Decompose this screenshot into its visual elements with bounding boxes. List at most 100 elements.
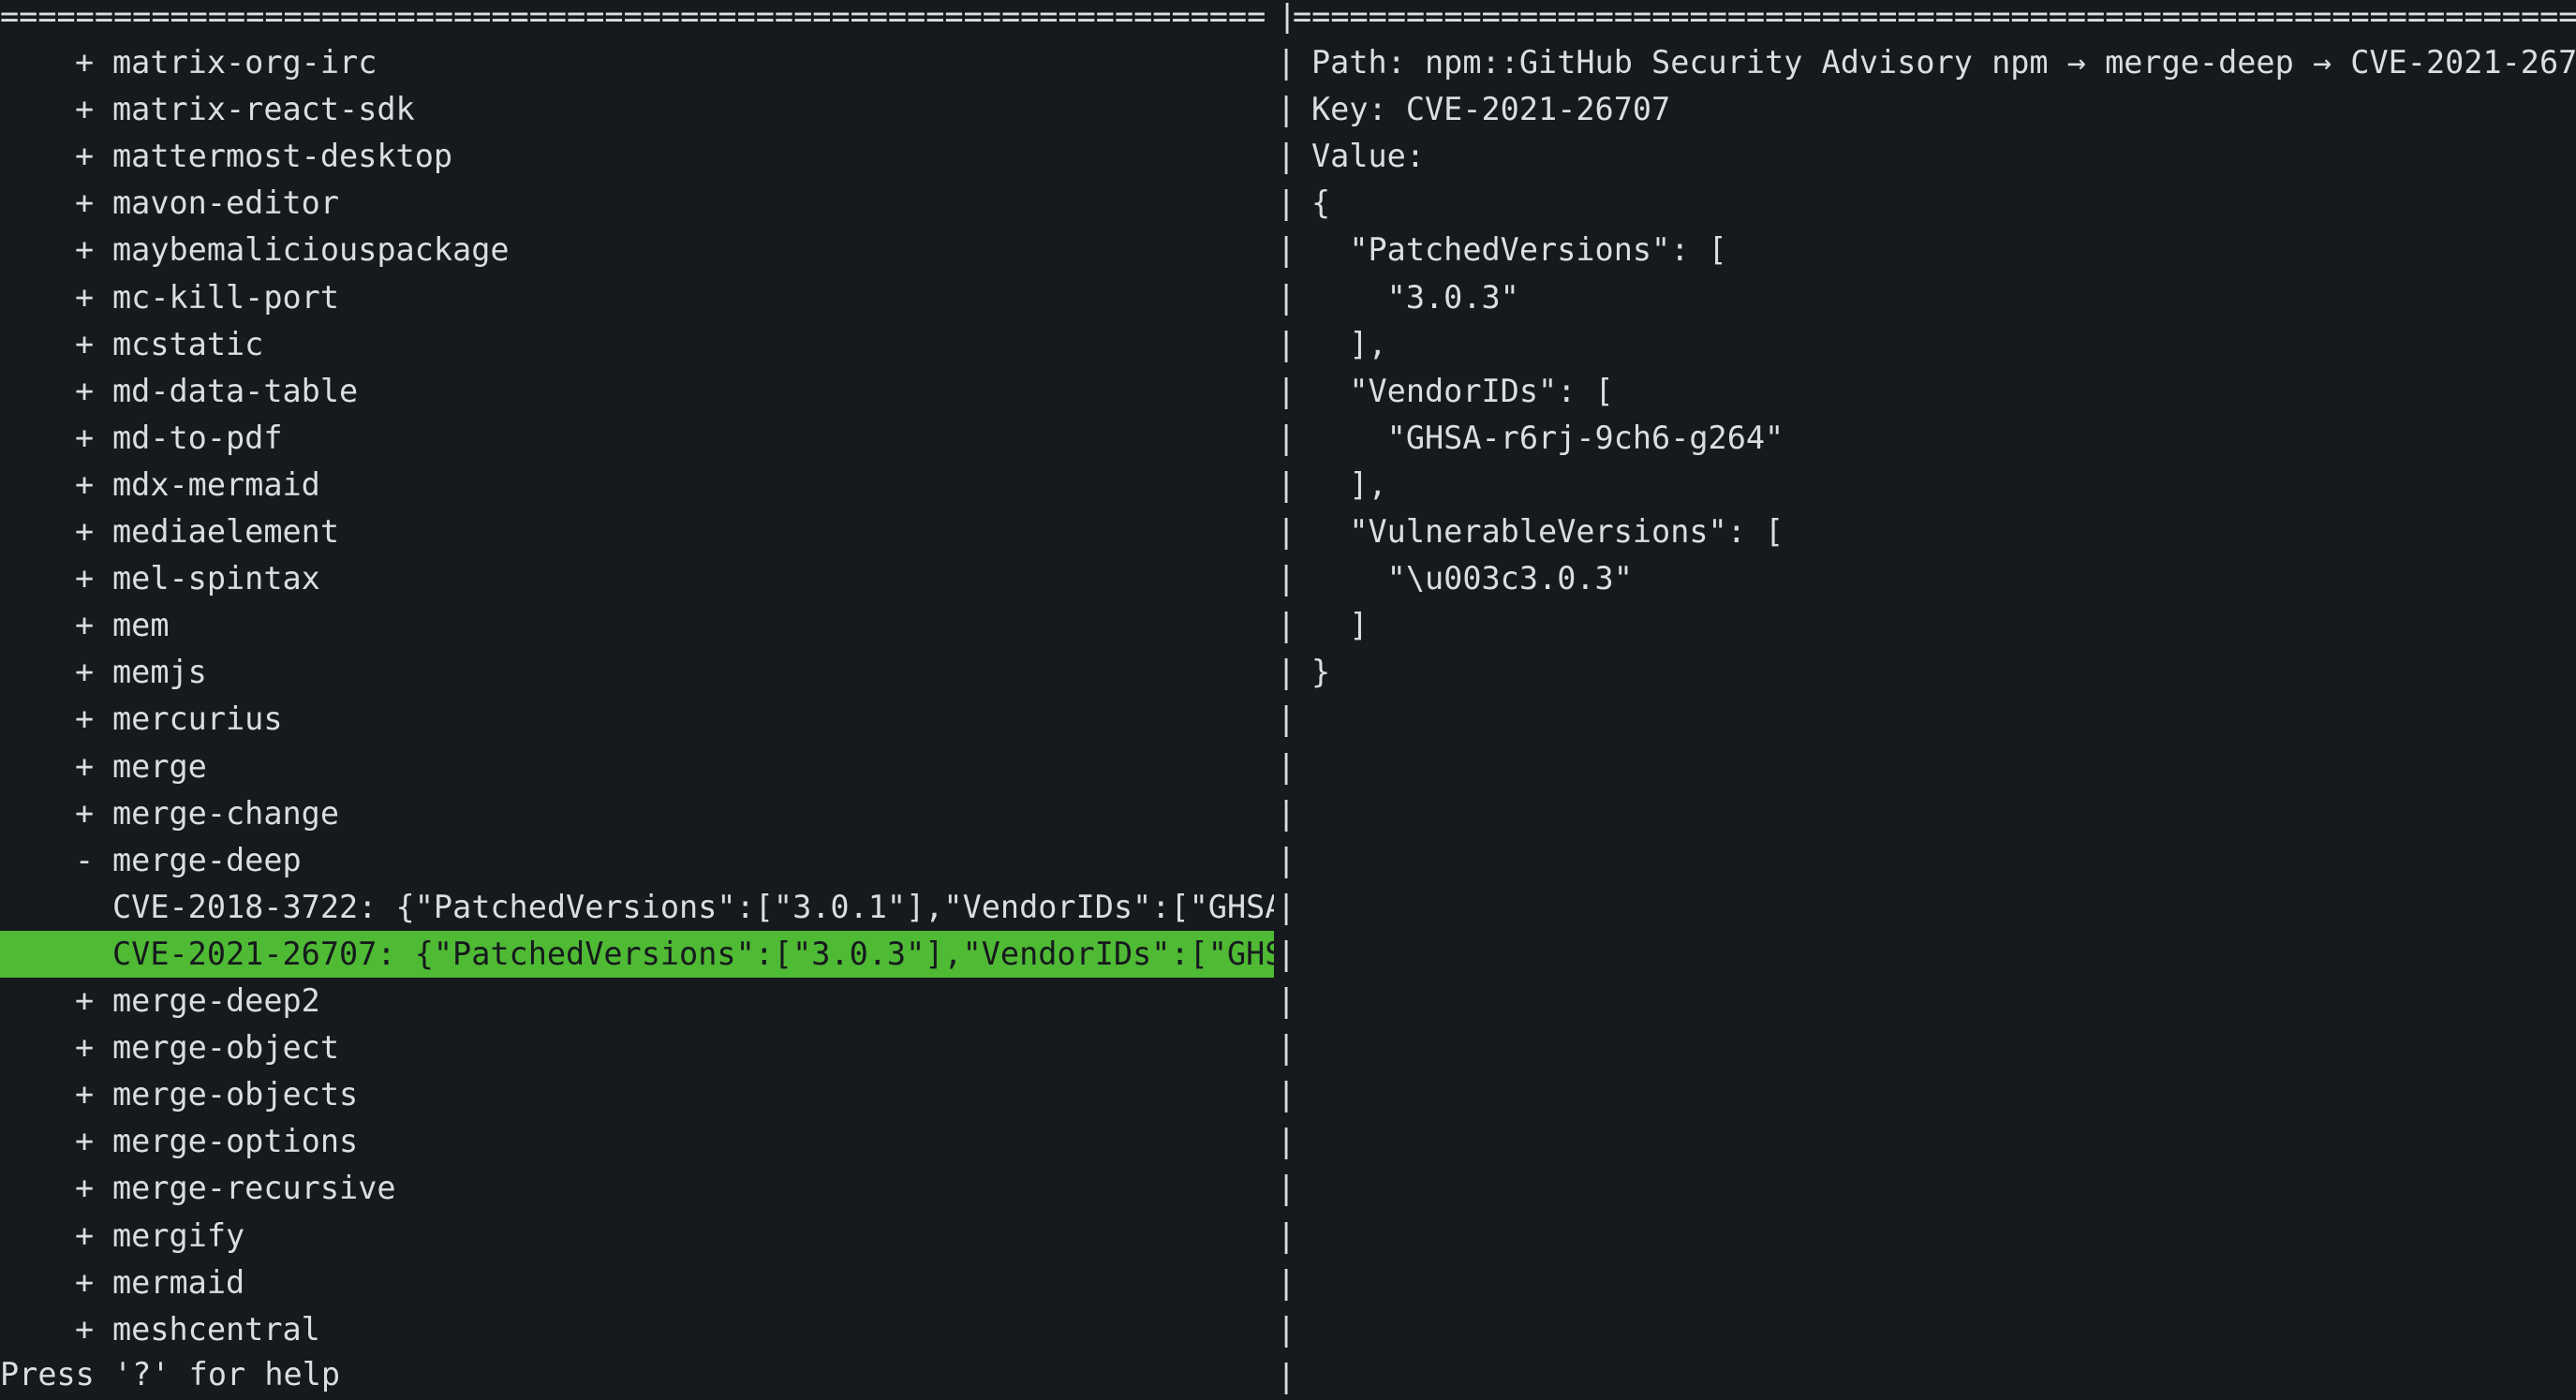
pane-divider-segment: | — [1277, 1170, 1296, 1207]
detail-pane[interactable]: Path: npm::GitHub Security Advisory npm … — [1311, 0, 2576, 1395]
pane-divider-segment: | — [1277, 1357, 1296, 1394]
tree-item-label: memjs — [112, 654, 207, 691]
tree-item[interactable]: + merge-deep2 — [0, 978, 1274, 1024]
tree-item[interactable]: + merge-objects — [0, 1071, 1274, 1118]
header-divider: | — [1278, 0, 1293, 34]
pane-divider-segment: | — [1277, 231, 1296, 269]
pane-divider-segment: | — [1277, 184, 1296, 222]
expand-marker[interactable]: + — [75, 1260, 94, 1306]
tree-item-label: CVE-2021-26707: {"PatchedVersions":["3.0… — [112, 935, 1274, 972]
expand-marker[interactable]: + — [75, 649, 94, 696]
pane-divider-segment: | — [1277, 278, 1296, 316]
expand-marker[interactable]: + — [75, 744, 94, 790]
tree-item-label: merge-recursive — [112, 1170, 396, 1207]
tree-item-label: meshcentral — [112, 1310, 320, 1348]
expand-marker[interactable]: + — [75, 227, 94, 273]
expand-marker[interactable]: + — [75, 1213, 94, 1260]
tree-item[interactable]: + memjs — [0, 649, 1274, 696]
expand-marker[interactable]: + — [75, 508, 94, 555]
pane-divider-segment: | — [1277, 982, 1296, 1019]
tree-item[interactable]: + mavon-editor — [0, 180, 1274, 227]
detail-json-line: } — [1311, 654, 1331, 691]
tree-item-label: mavon-editor — [112, 184, 340, 222]
tree-item-label: mem — [112, 607, 170, 644]
expand-marker[interactable]: + — [75, 696, 94, 743]
tree-item[interactable]: + mdx-mermaid — [0, 462, 1274, 508]
detail-key: Key: CVE-2021-26707 — [1311, 91, 1671, 128]
tree-item-label: merge-deep2 — [112, 982, 320, 1019]
tree-item[interactable]: + matrix-org-irc — [0, 39, 1274, 86]
detail-json-line: "VulnerableVersions": [ — [1311, 513, 1784, 550]
tree-item-label: merge-object — [112, 1029, 340, 1067]
expand-marker[interactable]: + — [75, 133, 94, 180]
package-tree[interactable]: + matrix-org-irc + matrix-react-sdk + matterm… — [0, 0, 1274, 1395]
tree-item-label: mermaid — [112, 1263, 245, 1301]
expand-marker[interactable]: + — [75, 978, 94, 1024]
expand-marker[interactable]: + — [75, 368, 94, 415]
tree-item-label: mcstatic — [112, 325, 264, 362]
pane-divider-segment: | — [1277, 747, 1296, 785]
tree-item[interactable]: + mc-kill-port — [0, 274, 1274, 321]
collapse-marker[interactable]: - — [75, 837, 94, 884]
tree-item-label: merge-objects — [112, 1076, 359, 1113]
expand-marker[interactable]: + — [75, 1071, 94, 1118]
tree-item[interactable]: + merge-change — [0, 790, 1274, 837]
detail-json-line: { — [1311, 184, 1331, 222]
tree-item[interactable]: + merge-recursive — [0, 1165, 1274, 1212]
tree-item[interactable]: + mermaid — [0, 1260, 1274, 1306]
pane-divider-segment: | — [1277, 91, 1296, 128]
pane-divider-segment: | — [1277, 1216, 1296, 1254]
expand-marker[interactable]: + — [75, 1118, 94, 1165]
terminal-window: ========================================… — [0, 0, 2576, 1395]
expand-marker[interactable]: + — [75, 1024, 94, 1071]
expand-marker[interactable]: + — [75, 321, 94, 368]
tree-item[interactable]: + mergify — [0, 1213, 1274, 1260]
tree-item-label: mc-kill-port — [112, 278, 340, 316]
expand-marker[interactable]: + — [75, 180, 94, 227]
tree-item[interactable]: - merge-deep — [0, 837, 1274, 884]
tree-item[interactable]: + md-to-pdf — [0, 415, 1274, 462]
tree-leaf-item[interactable]: CVE-2018-3722: {"PatchedVersions":["3.0.… — [0, 884, 1274, 931]
detail-json-line: "3.0.3" — [1311, 278, 1519, 316]
pane-divider-segment: | — [1277, 513, 1296, 550]
help-hint: Press '?' for help — [0, 1356, 341, 1393]
expand-marker[interactable]: + — [75, 86, 94, 133]
expand-marker[interactable]: + — [75, 790, 94, 837]
tree-item[interactable]: + md-data-table — [0, 368, 1274, 415]
tree-item[interactable]: + mel-spintax — [0, 555, 1274, 602]
tree-item[interactable]: + merge-options — [0, 1118, 1274, 1165]
tree-item[interactable]: + meshcentral — [0, 1306, 1274, 1353]
expand-marker[interactable]: + — [75, 602, 94, 649]
pane-divider-segment: | — [1277, 654, 1296, 691]
detail-value-label: Value: — [1311, 138, 1426, 175]
pane-divider-segment: | — [1277, 44, 1296, 81]
expand-marker[interactable]: + — [75, 1165, 94, 1212]
expand-marker[interactable]: + — [75, 39, 94, 86]
pane-divider-segment: | — [1277, 1076, 1296, 1113]
detail-json-line: ] — [1311, 607, 1369, 644]
tree-item-label: merge-change — [112, 794, 340, 832]
pane-divider-segment: | — [1277, 1123, 1296, 1160]
expand-marker[interactable]: + — [75, 274, 94, 321]
tree-item[interactable]: + mediaelement — [0, 508, 1274, 555]
expand-marker[interactable]: + — [75, 415, 94, 462]
expand-marker[interactable]: + — [75, 555, 94, 602]
tree-item-label: md-to-pdf — [112, 419, 283, 456]
pane-divider-segment: | — [1277, 1310, 1296, 1348]
tree-item[interactable]: + merge — [0, 744, 1274, 790]
tree-item-label: CVE-2018-3722: {"PatchedVersions":["3.0.… — [112, 888, 1274, 925]
tree-item[interactable]: + matrix-react-sdk — [0, 86, 1274, 133]
pane-divider-segment: | — [1277, 794, 1296, 832]
tree-item[interactable]: + mattermost-desktop — [0, 133, 1274, 180]
tree-item[interactable]: + maybemaliciouspackage — [0, 227, 1274, 273]
detail-json-line: "PatchedVersions": [ — [1311, 231, 1727, 269]
expand-marker[interactable]: + — [75, 462, 94, 508]
tree-item[interactable]: + mem — [0, 602, 1274, 649]
tree-item[interactable]: + merge-object — [0, 1024, 1274, 1071]
tree-item[interactable]: + mcstatic — [0, 321, 1274, 368]
pane-divider-segment: | — [1277, 465, 1296, 503]
tree-leaf-item[interactable]: CVE-2021-26707: {"PatchedVersions":["3.0… — [0, 930, 1274, 978]
expand-marker[interactable]: + — [75, 1306, 94, 1353]
detail-json-line: "\u003c3.0.3" — [1311, 560, 1633, 597]
tree-item[interactable]: + mercurius — [0, 696, 1274, 743]
